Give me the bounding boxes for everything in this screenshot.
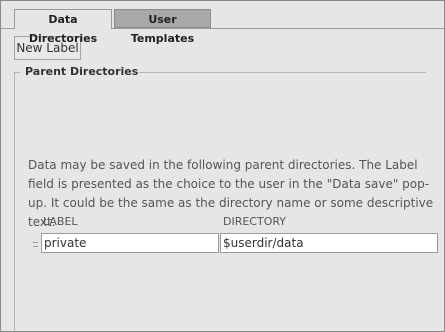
tab-data-directories[interactable]: Data Directories — [14, 9, 112, 45]
column-header-directory: DIRECTORY — [223, 215, 287, 228]
drag-handle-icon[interactable] — [33, 242, 38, 247]
label-field[interactable] — [41, 233, 219, 253]
group-title: Parent Directories — [24, 65, 140, 78]
tab-bar: Data Directories User Templates — [1, 1, 444, 45]
settings-panel: Data Directories User Templates New Labe… — [0, 0, 445, 332]
column-header-label: LABEL — [43, 215, 78, 228]
tab-user-templates[interactable]: User Templates — [114, 9, 211, 45]
directory-field[interactable] — [220, 233, 438, 253]
